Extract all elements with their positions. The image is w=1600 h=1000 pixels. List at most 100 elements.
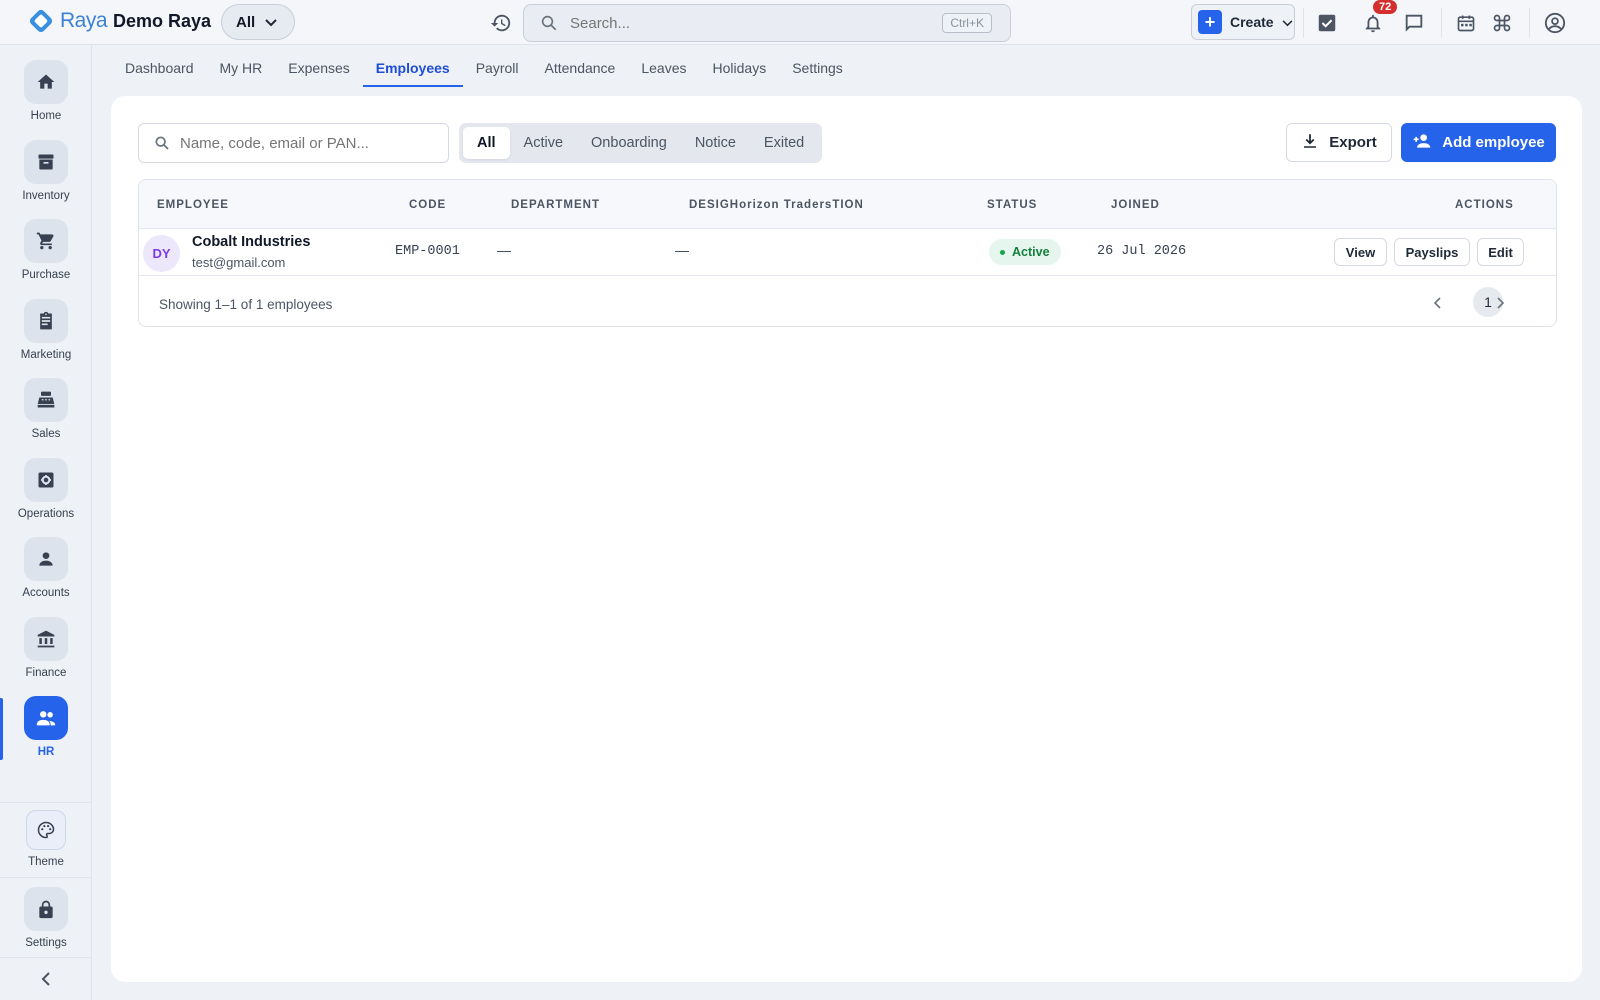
employee-code: EMP-0001 <box>395 244 460 259</box>
employees-table: EMPLOYEE CODE DEPARTMENT DESIGHorizon Tr… <box>138 179 1557 327</box>
employee-email: test@gmail.com <box>192 255 286 270</box>
search-icon <box>540 14 558 32</box>
employee-designation: — <box>675 242 689 258</box>
column-header[interactable]: CODE <box>409 199 446 211</box>
archive-icon <box>24 140 68 184</box>
gear-box-icon <box>24 458 68 502</box>
sidebar-item-marketing[interactable]: Marketing <box>0 299 92 375</box>
collapse-sidebar-icon[interactable] <box>36 969 56 989</box>
column-header[interactable]: STATUS <box>987 199 1037 211</box>
chevron-left-icon[interactable] <box>1429 294 1447 312</box>
notification-badge: 72 <box>1373 0 1398 14</box>
sidebar-item-operations[interactable]: Operations <box>0 458 92 534</box>
filter-onboarding[interactable]: Onboarding <box>577 127 681 159</box>
app-logo[interactable]: Raya <box>26 6 108 36</box>
employee-name[interactable]: Cobalt Industries <box>192 234 310 250</box>
sidebar-item-accounts[interactable]: Accounts <box>0 537 92 613</box>
tab-attendance[interactable]: Attendance <box>532 55 629 87</box>
filter-exited[interactable]: Exited <box>750 127 818 159</box>
employees-panel: All Active Onboarding Notice Exited Expo… <box>111 96 1582 982</box>
sidebar-item-purchase[interactable]: Purchase <box>0 219 92 295</box>
sidebar-item-label: Finance <box>25 667 67 679</box>
module-tabs: Dashboard My HR Expenses Employees Payro… <box>112 55 856 87</box>
tab-payroll[interactable]: Payroll <box>463 55 532 87</box>
column-header[interactable]: JOINED <box>1111 199 1160 211</box>
column-header[interactable]: DESIGHorizon TradersTION <box>689 199 864 211</box>
divider <box>0 957 92 958</box>
sidebar-item-label: Theme <box>28 856 64 868</box>
column-header[interactable]: EMPLOYEE <box>157 199 229 211</box>
people-icon <box>24 696 68 740</box>
table-header: EMPLOYEE CODE DEPARTMENT DESIGHorizon Tr… <box>139 180 1556 229</box>
sidebar-item-inventory[interactable]: Inventory <box>0 140 92 216</box>
export-button-label: Export <box>1329 134 1377 151</box>
create-button[interactable]: + Create <box>1191 4 1295 40</box>
palette-icon <box>26 810 66 850</box>
sidebar-item-label: Marketing <box>20 349 72 361</box>
global-search[interactable]: Ctrl+K <box>523 4 1011 42</box>
history-icon[interactable] <box>488 10 514 36</box>
tab-dashboard[interactable]: Dashboard <box>112 55 207 87</box>
sidebar-item-sales[interactable]: Sales <box>0 378 92 454</box>
global-search-input[interactable] <box>570 14 950 32</box>
sidebar-item-label: Home <box>30 110 62 122</box>
edit-button[interactable]: Edit <box>1477 238 1524 266</box>
sidebar-item-hr[interactable]: HR <box>0 696 92 772</box>
status-dot-icon <box>1000 249 1005 255</box>
chevron-down-icon <box>1282 14 1293 30</box>
view-button[interactable]: View <box>1334 238 1387 266</box>
chevron-down-icon <box>265 14 277 31</box>
sidebar-item-label: Sales <box>31 428 61 440</box>
person-icon <box>24 537 68 581</box>
calendar-icon[interactable] <box>1453 10 1479 36</box>
sidebar-item-settings[interactable]: Settings <box>0 887 92 963</box>
scope-selector[interactable]: All <box>221 4 295 40</box>
sidebar-item-theme[interactable]: Theme <box>0 810 92 886</box>
tab-settings[interactable]: Settings <box>779 55 856 87</box>
employee-search[interactable] <box>138 123 449 163</box>
table-row[interactable]: DY Cobalt Industries test@gmail.com EMP-… <box>139 229 1556 276</box>
home-icon <box>24 60 68 104</box>
divider <box>0 877 92 878</box>
add-employee-button[interactable]: Add employee <box>1401 123 1556 162</box>
search-icon <box>154 135 170 151</box>
chat-icon[interactable] <box>1401 10 1427 36</box>
filter-notice[interactable]: Notice <box>681 127 750 159</box>
sidebar-item-finance[interactable]: Finance <box>0 617 92 693</box>
logo-mark-icon <box>26 6 56 36</box>
sidebar-item-home[interactable]: Home <box>0 60 92 136</box>
status-label: Active <box>1012 245 1050 259</box>
status-filter: All Active Onboarding Notice Exited <box>459 123 823 163</box>
employee-joined: 26 Jul 2026 <box>1097 244 1187 259</box>
cart-icon <box>24 219 68 263</box>
command-icon[interactable] <box>1489 10 1515 36</box>
add-employee-label: Add employee <box>1442 134 1545 151</box>
tab-employees[interactable]: Employees <box>362 55 463 87</box>
employee-department: — <box>497 242 511 258</box>
avatar: DY <box>143 235 180 272</box>
account-icon[interactable] <box>1542 10 1568 36</box>
sidebar: Home Inventory Purchase Marketing Sales … <box>0 45 92 1000</box>
column-header[interactable]: DEPARTMENT <box>511 199 600 211</box>
plus-icon: + <box>1198 10 1222 34</box>
tab-holidays[interactable]: Holidays <box>700 55 780 87</box>
tasks-icon[interactable] <box>1314 10 1340 36</box>
employee-search-input[interactable] <box>180 134 430 152</box>
bank-icon <box>24 617 68 661</box>
filter-all[interactable]: All <box>463 127 510 159</box>
sidebar-item-label: HR <box>37 746 55 758</box>
tab-expenses[interactable]: Expenses <box>275 55 362 87</box>
sidebar-item-label: Purchase <box>21 269 71 281</box>
pagination-summary: Showing 1–1 of 1 employees <box>159 297 333 312</box>
divider <box>1441 8 1442 38</box>
tab-my-hr[interactable]: My HR <box>207 55 276 87</box>
sidebar-item-label: Operations <box>17 508 75 520</box>
sidebar-item-label: Inventory <box>22 190 70 202</box>
export-button[interactable]: Export <box>1286 123 1392 162</box>
filter-active[interactable]: Active <box>510 127 578 159</box>
chevron-right-icon[interactable] <box>1491 294 1509 312</box>
tab-leaves[interactable]: Leaves <box>628 55 699 87</box>
status-badge: Active <box>989 239 1061 265</box>
column-header: ACTIONS <box>1455 199 1514 211</box>
payslips-button[interactable]: Payslips <box>1394 238 1470 266</box>
